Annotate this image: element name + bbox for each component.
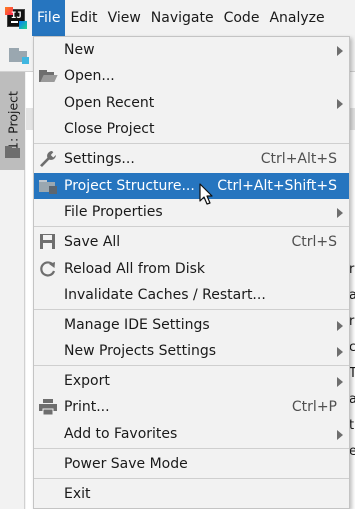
- menu-item-label: Close Project: [64, 121, 155, 137]
- menu-separator: [34, 143, 349, 144]
- menu-separator: [34, 309, 349, 310]
- menu-separator: [34, 226, 349, 227]
- menu-item-add-to-favorites[interactable]: Add to Favorites: [34, 421, 349, 447]
- menu-separator: [34, 478, 349, 479]
- menu-file[interactable]: File: [32, 0, 66, 36]
- menu-separator: [34, 365, 349, 366]
- menu-item-invalidate-caches[interactable]: Invalidate Caches / Restart...: [34, 282, 349, 308]
- menu-item-label: Power Save Mode: [64, 456, 188, 472]
- menu-analyze[interactable]: Analyze: [264, 0, 329, 36]
- shortcut-label: Ctrl+Alt+Shift+S: [217, 178, 337, 194]
- menu-item-file-properties[interactable]: File Properties: [34, 199, 349, 225]
- menu-item-export[interactable]: Export: [34, 368, 349, 394]
- menu-item-label: New: [64, 42, 95, 58]
- project-structure-icon: [38, 177, 58, 195]
- shortcut-label: Ctrl+S: [291, 234, 337, 250]
- submenu-arrow-icon: [337, 377, 343, 387]
- menu-view[interactable]: View: [103, 0, 146, 36]
- submenu-arrow-icon: [337, 99, 343, 109]
- menu-item-new-projects-settings[interactable]: New Projects Settings: [34, 338, 349, 364]
- print-icon: [38, 398, 58, 416]
- menu-item-label: Manage IDE Settings: [64, 317, 210, 333]
- file-menu-dropdown: New Open... Open Recent Close Project Se…: [33, 36, 350, 509]
- menu-item-label: Project Structure...: [64, 178, 195, 194]
- menu-item-label: Print...: [64, 399, 110, 415]
- menu-item-label: File Properties: [64, 204, 163, 220]
- menu-item-open[interactable]: Open...: [34, 63, 349, 89]
- menu-edit[interactable]: Edit: [65, 0, 102, 36]
- shortcut-label: Ctrl+P: [291, 399, 337, 415]
- menu-item-label: Exit: [64, 486, 91, 502]
- menu-item-exit[interactable]: Exit: [34, 481, 349, 507]
- shortcut-label: Ctrl+Alt+S: [260, 151, 337, 167]
- menu-separator: [34, 448, 349, 449]
- menu-item-project-structure[interactable]: Project Structure... Ctrl+Alt+Shift+S: [34, 173, 349, 199]
- intellij-logo-icon: IJ: [0, 0, 32, 36]
- menu-item-label: Open Recent: [64, 95, 155, 111]
- menu-item-label: New Projects Settings: [64, 343, 217, 359]
- menu-item-label: Export: [64, 373, 110, 389]
- menu-item-label: Add to Favorites: [64, 426, 178, 442]
- wrench-icon: [38, 150, 58, 168]
- menu-item-new[interactable]: New: [34, 37, 349, 63]
- menu-item-power-save-mode[interactable]: Power Save Mode: [34, 451, 349, 477]
- submenu-arrow-icon: [337, 208, 343, 218]
- menu-item-settings[interactable]: Settings... Ctrl+Alt+S: [34, 146, 349, 172]
- mouse-cursor-icon: [199, 183, 213, 205]
- menu-item-close-project[interactable]: Close Project: [34, 116, 349, 142]
- project-folder-icon[interactable]: [9, 48, 29, 64]
- submenu-arrow-icon: [337, 46, 343, 56]
- menu-code[interactable]: Code: [219, 0, 265, 36]
- reload-icon: [38, 260, 58, 278]
- submenu-arrow-icon: [337, 347, 343, 357]
- save-icon: [38, 233, 58, 251]
- menu-item-manage-ide-settings[interactable]: Manage IDE Settings: [34, 312, 349, 338]
- submenu-arrow-icon: [337, 430, 343, 440]
- menu-item-label: Settings...: [64, 151, 135, 167]
- folder-open-icon: [38, 67, 58, 85]
- menu-item-open-recent[interactable]: Open Recent: [34, 90, 349, 116]
- menu-item-print[interactable]: Print... Ctrl+P: [34, 394, 349, 420]
- menu-item-save-all[interactable]: Save All Ctrl+S: [34, 229, 349, 255]
- menu-bar: IJ File Edit View Navigate Code Analyze: [0, 0, 355, 36]
- menu-navigate[interactable]: Navigate: [146, 0, 219, 36]
- menu-item-reload-all[interactable]: Reload All from Disk: [34, 256, 349, 282]
- menu-item-label: Save All: [64, 234, 121, 250]
- submenu-arrow-icon: [337, 321, 343, 331]
- menu-item-label: Open...: [64, 68, 115, 84]
- menu-item-label: Invalidate Caches / Restart...: [64, 287, 266, 303]
- menu-item-label: Reload All from Disk: [64, 261, 205, 277]
- folder-icon: [5, 146, 20, 158]
- logo-text: IJ: [11, 11, 22, 21]
